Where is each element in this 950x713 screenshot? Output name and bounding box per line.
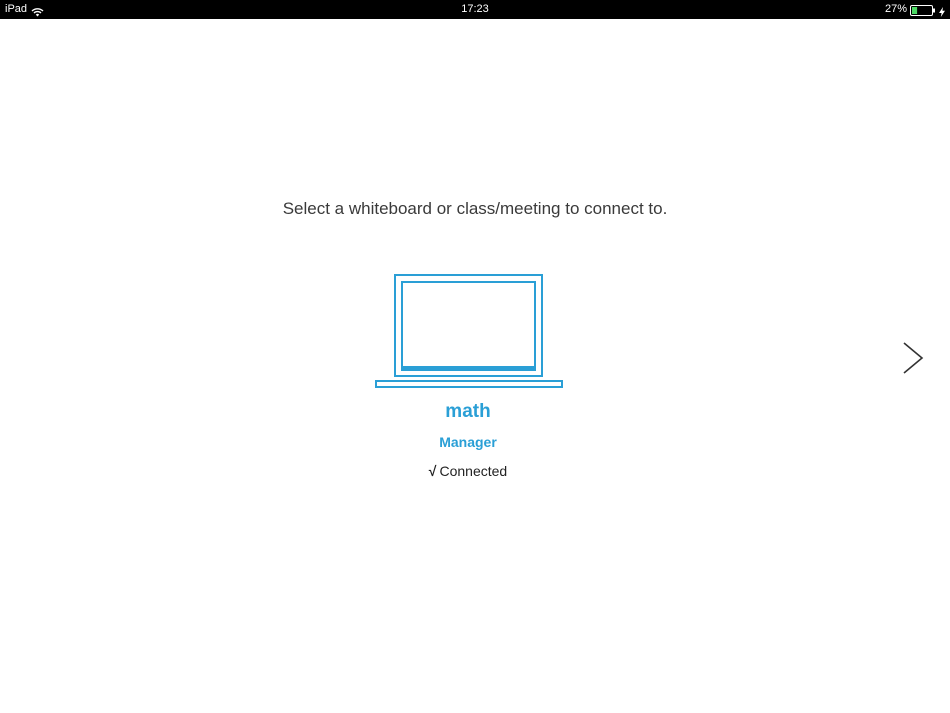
device-role: Manager (439, 434, 497, 450)
connection-status: √ Connected (368, 463, 568, 479)
page-prompt: Select a whiteboard or class/meeting to … (282, 199, 668, 218)
connection-status-label: Connected (439, 463, 508, 479)
battery-percent: 27% (884, 3, 907, 15)
laptop-icon (374, 274, 564, 389)
chevron-right-icon (895, 342, 931, 382)
status-bar: iPad 17:23 27% (0, 0, 950, 19)
whiteboard-item-math[interactable]: math Manager √ Connected (368, 270, 568, 490)
charging-bolt-icon (939, 5, 945, 17)
check-icon: √ (428, 463, 437, 479)
status-time: 17:23 (461, 3, 489, 15)
next-page-button[interactable] (895, 338, 931, 378)
status-right: 27% (885, 0, 945, 19)
device-name: math (445, 401, 491, 422)
battery-icon (910, 4, 936, 16)
